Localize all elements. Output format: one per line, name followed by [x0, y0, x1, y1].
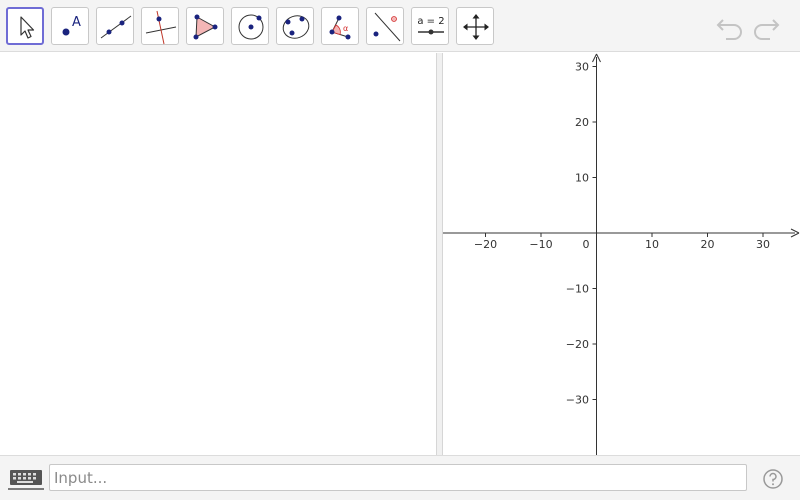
reflect-icon — [373, 12, 401, 42]
angle-icon: α — [329, 15, 351, 40]
move-graphics-view-icon — [463, 14, 489, 40]
point-tool-button[interactable]: A — [51, 7, 89, 45]
move-arrow-icon — [20, 16, 35, 39]
toolbar: A α a = 2 — [0, 0, 800, 52]
y-tick-label: 20 — [575, 116, 589, 129]
undo-button[interactable] — [714, 12, 746, 40]
input-bar — [0, 455, 800, 500]
y-tick-label: −10 — [566, 283, 589, 296]
y-tick-label: 30 — [575, 61, 589, 74]
redo-icon — [754, 19, 780, 40]
x-tick-label: 10 — [645, 238, 659, 251]
perpendicular-line-tool-button[interactable] — [141, 7, 179, 45]
conic-through-points-icon — [282, 15, 310, 39]
x-tick-label: 30 — [756, 238, 770, 251]
conic-tool-button[interactable] — [276, 7, 314, 45]
circle-center-point-icon — [238, 14, 264, 40]
input-field[interactable] — [49, 464, 747, 491]
keyboard-button[interactable] — [4, 466, 46, 492]
help-icon — [763, 469, 783, 489]
graphics-view[interactable]: −20 −10 0 10 20 30 30 20 10 −10 −20 −30 — [443, 53, 800, 455]
reflect-tool-button[interactable] — [366, 7, 404, 45]
redo-button[interactable] — [750, 12, 782, 40]
slider-label: a = 2 — [417, 16, 444, 27]
x-tick-label: 0 — [583, 238, 590, 251]
slider-tool-button[interactable]: a = 2 — [411, 7, 449, 45]
polygon-icon — [193, 14, 218, 40]
angle-label: α — [343, 24, 348, 33]
algebra-view[interactable] — [0, 53, 436, 455]
undo-icon — [716, 19, 742, 40]
slider-icon: a = 2 — [417, 16, 445, 35]
y-tick-label: −20 — [566, 338, 589, 351]
move-tool-button[interactable] — [6, 7, 44, 45]
y-tick-label: 10 — [575, 172, 589, 185]
move-graphics-view-tool-button[interactable] — [456, 7, 494, 45]
y-tick-label: −30 — [566, 394, 589, 407]
polygon-tool-button[interactable] — [186, 7, 224, 45]
line-icon — [100, 15, 132, 39]
help-button[interactable] — [762, 468, 784, 490]
coordinate-axes: −20 −10 0 10 20 30 30 20 10 −10 −20 −30 — [443, 53, 800, 455]
view-divider[interactable] — [436, 53, 443, 455]
perpendicular-line-icon — [145, 10, 177, 45]
x-tick-label: −10 — [529, 238, 552, 251]
circle-tool-button[interactable] — [231, 7, 269, 45]
angle-tool-button[interactable]: α — [321, 7, 359, 45]
line-tool-button[interactable] — [96, 7, 134, 45]
x-tick-label: 20 — [701, 238, 715, 251]
point-icon: A — [62, 15, 81, 36]
keyboard-icon — [8, 470, 44, 490]
x-tick-label: −20 — [474, 238, 497, 251]
point-label: A — [72, 15, 81, 30]
